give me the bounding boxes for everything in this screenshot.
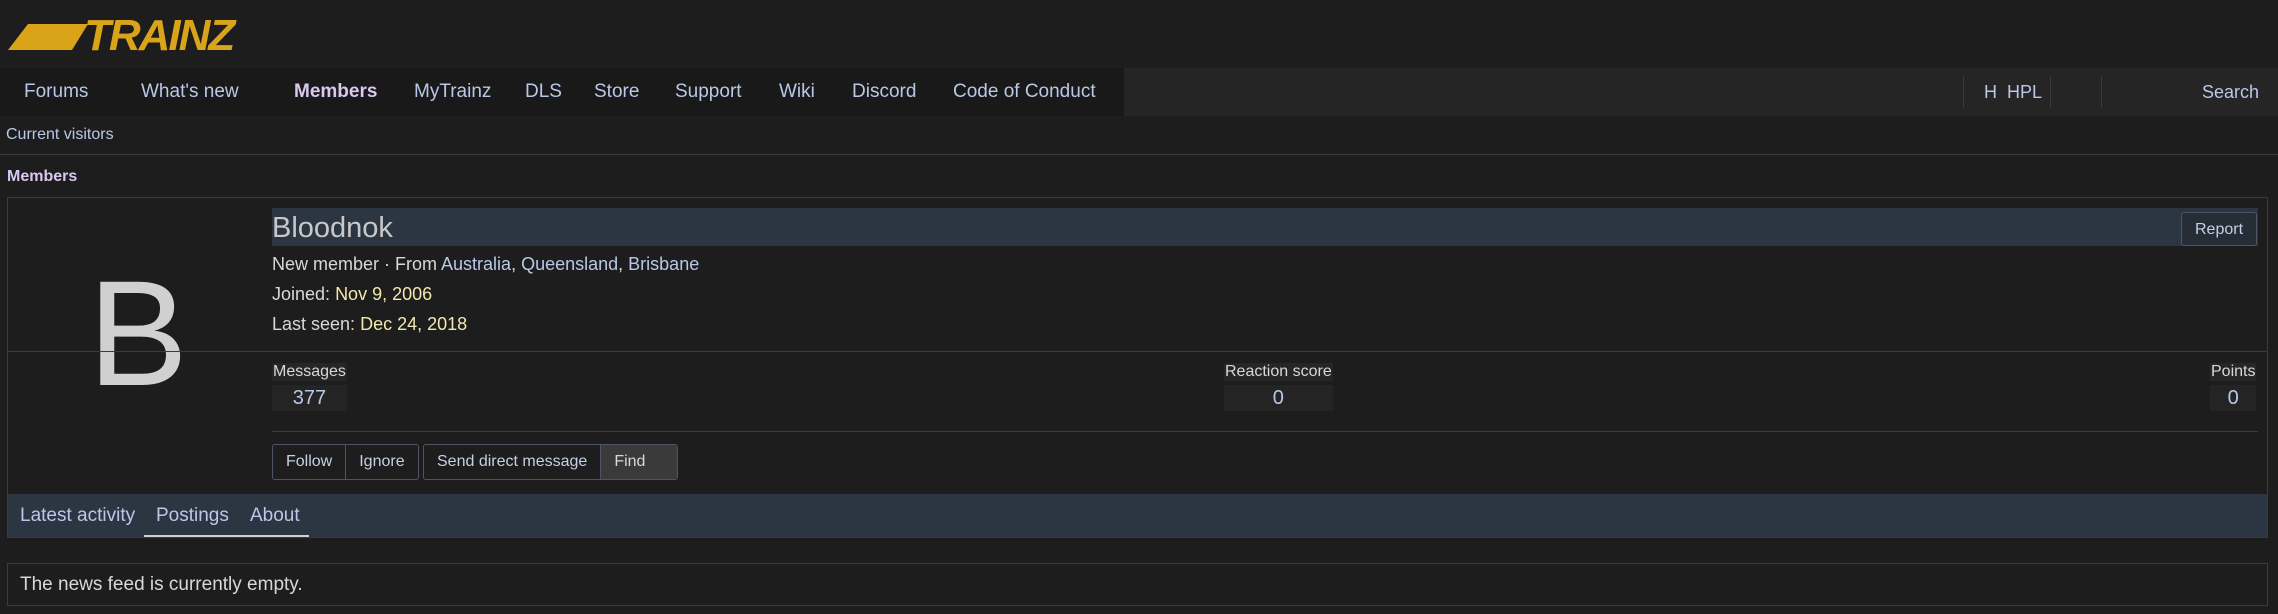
- location-state[interactable]: Queensland: [521, 254, 618, 274]
- nav-store[interactable]: Store: [594, 68, 639, 116]
- logo-text: TRAINZ: [84, 11, 237, 56]
- reaction-score-value[interactable]: 0: [1224, 385, 1333, 411]
- username: Bloodnok: [272, 212, 393, 244]
- divider: [8, 351, 2267, 352]
- location-separator: ,: [511, 254, 522, 274]
- member-info-line: New member · From Australia, Queensland,…: [272, 254, 699, 275]
- avatar[interactable]: B: [8, 198, 268, 468]
- ignore-button[interactable]: Ignore: [345, 445, 417, 479]
- sub-navigation: Current visitors: [0, 116, 2278, 155]
- nav-separator: [1963, 76, 1964, 108]
- last-seen-date: Dec 24, 2018: [360, 314, 468, 334]
- nav-discord[interactable]: Discord: [852, 68, 916, 116]
- location-separator: ,: [618, 254, 629, 274]
- messages-stat[interactable]: Messages 377: [272, 363, 347, 411]
- nav-whats-new[interactable]: What's new: [141, 68, 239, 116]
- last-seen-line: Last seen: Dec 24, 2018: [272, 314, 467, 335]
- news-feed-empty-message: The news feed is currently empty.: [20, 574, 303, 595]
- joined-line: Joined: Nov 9, 2006: [272, 284, 432, 305]
- last-seen-label: Last seen:: [272, 314, 356, 334]
- points-stat[interactable]: Points 0: [2210, 363, 2257, 411]
- reaction-score-stat[interactable]: Reaction score 0: [1224, 363, 1333, 411]
- main-navigation: Forums What's new Members MyTrainz DLS S…: [0, 68, 2278, 116]
- username-bar: [272, 208, 2258, 246]
- trainz-logo[interactable]: TRAINZ: [8, 10, 252, 56]
- nav-code-of-conduct[interactable]: Code of Conduct: [953, 68, 1096, 116]
- points-label: Points: [2210, 363, 2257, 381]
- report-button[interactable]: Report: [2181, 212, 2257, 246]
- location-country[interactable]: Australia: [441, 254, 511, 274]
- nav-forums[interactable]: Forums: [24, 68, 88, 116]
- nav-members[interactable]: Members: [294, 68, 377, 116]
- nav-mytrainz[interactable]: MyTrainz: [414, 68, 491, 116]
- follow-ignore-group: Follow Ignore: [272, 444, 419, 480]
- joined-label: Joined:: [272, 284, 331, 304]
- nav-wiki[interactable]: Wiki: [779, 68, 815, 116]
- nav-separator: [2101, 76, 2102, 108]
- account-username[interactable]: HPL: [2007, 68, 2042, 116]
- nav-tabs: Forums What's new Members MyTrainz DLS S…: [0, 68, 1124, 116]
- breadcrumb-members[interactable]: Members: [7, 168, 77, 186]
- tab-latest-activity[interactable]: Latest activity: [20, 494, 135, 537]
- nav-dls[interactable]: DLS: [525, 68, 562, 116]
- messages-label: Messages: [272, 363, 347, 381]
- from-prefix: · From: [379, 254, 442, 274]
- tab-about[interactable]: About: [250, 494, 300, 537]
- news-feed: The news feed is currently empty.: [7, 563, 2268, 606]
- points-value[interactable]: 0: [2210, 385, 2257, 411]
- nav-separator: [2050, 76, 2051, 108]
- member-title: New member: [272, 254, 380, 274]
- messages-value[interactable]: 377: [272, 385, 347, 411]
- profile-tabs: Latest activity Postings About: [8, 494, 2267, 537]
- reaction-score-label: Reaction score: [1224, 363, 1333, 381]
- send-direct-message-button[interactable]: Send direct message: [424, 445, 600, 479]
- nav-support[interactable]: Support: [675, 68, 742, 116]
- location-city[interactable]: Brisbane: [628, 254, 699, 274]
- divider: [272, 431, 2258, 432]
- follow-button[interactable]: Follow: [273, 445, 345, 479]
- user-avatar-initial[interactable]: H: [1984, 68, 1997, 116]
- search-link[interactable]: Search: [2202, 68, 2259, 116]
- current-visitors-link[interactable]: Current visitors: [6, 116, 114, 154]
- site-header: TRAINZ: [0, 0, 2278, 68]
- find-button[interactable]: Find: [600, 445, 678, 479]
- message-find-group: Send direct message Find: [423, 444, 679, 480]
- member-profile-card: B Bloodnok Report New member · From Aust…: [7, 197, 2268, 538]
- joined-date: Nov 9, 2006: [335, 284, 433, 304]
